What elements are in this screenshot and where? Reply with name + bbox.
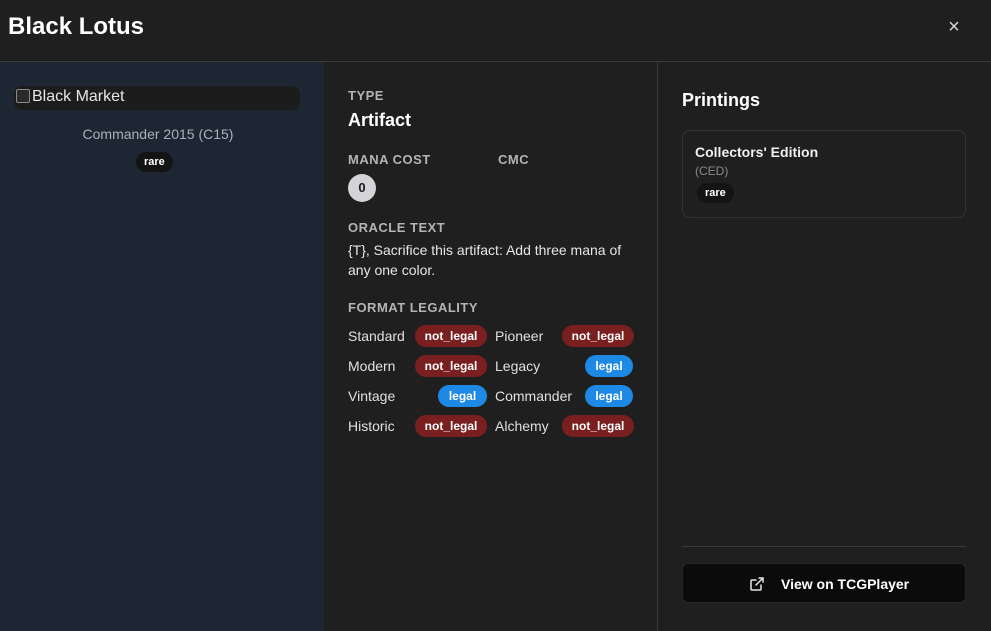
type-label: TYPE — [348, 88, 384, 103]
legality-badge: legal — [438, 385, 487, 407]
format-name: Pioneer — [495, 328, 544, 344]
printings-title: Printings — [682, 90, 761, 110]
printings-panel: Printings Collectors' Edition (CED) rare… — [658, 62, 991, 631]
oracle-text-label: ORACLE TEXT — [348, 220, 446, 235]
format-name: Commander — [495, 388, 573, 404]
view-on-tcgplayer-button[interactable]: View on TCGPlayer — [682, 563, 966, 603]
format-row-standard: Standard not_legal — [348, 325, 488, 347]
legality-badge: not_legal — [415, 355, 487, 377]
format-name: Standard — [348, 328, 405, 344]
format-row-commander: Commander legal — [495, 385, 634, 407]
format-row-alchemy: Alchemy not_legal — [495, 415, 634, 437]
card-details-panel: TYPE Artifact MANA COST CMC 0 ORACLE TEX… — [324, 62, 658, 631]
card-image: Black Market — [14, 86, 300, 110]
format-name: Vintage — [348, 388, 396, 404]
format-name: Alchemy — [495, 418, 549, 434]
card-title: Black Lotus — [8, 13, 145, 40]
format-row-vintage: Vintage legal — [348, 385, 488, 407]
format-row-legacy: Legacy legal — [495, 355, 634, 377]
legality-badge: not_legal — [562, 325, 634, 347]
cmc-label: CMC — [498, 152, 530, 167]
broken-image-icon — [16, 89, 30, 103]
legality-badge: not_legal — [415, 415, 487, 437]
view-on-tcgplayer-label: View on TCGPlayer — [781, 576, 910, 592]
modal-header: Black Lotus × — [0, 0, 991, 62]
card-image-panel: Black Market Commander 2015 (C15) rare — [0, 62, 324, 631]
legality-badge: not_legal — [562, 415, 634, 437]
legality-badge: not_legal — [415, 325, 487, 347]
mana-cost-label: MANA COST — [348, 152, 431, 167]
oracle-text: {T}, Sacrifice this artifact: Add three … — [348, 242, 622, 278]
format-row-modern: Modern not_legal — [348, 355, 488, 377]
printing-set-name: Collectors' Edition — [695, 144, 819, 160]
close-icon[interactable]: × — [948, 16, 960, 38]
format-row-pioneer: Pioneer not_legal — [495, 325, 634, 347]
card-set-name: Commander 2015 (C15) — [82, 126, 234, 142]
format-name: Legacy — [495, 358, 541, 374]
format-name: Modern — [348, 358, 396, 374]
printing-card[interactable]: Collectors' Edition (CED) rare — [682, 130, 966, 218]
mana-symbol: 0 — [348, 174, 376, 202]
format-name: Historic — [348, 418, 395, 434]
printing-set-code: (CED) — [695, 164, 729, 178]
divider — [682, 546, 966, 547]
rarity-badge: rare — [697, 183, 734, 203]
type-value: Artifact — [348, 110, 412, 130]
card-image-alt-text: Black Market — [32, 88, 125, 105]
rarity-badge: rare — [136, 152, 173, 172]
format-row-historic: Historic not_legal — [348, 415, 488, 437]
close-button[interactable]: × — [942, 16, 966, 40]
legality-badge: legal — [585, 385, 633, 407]
external-link-icon — [750, 577, 764, 591]
legality-badge: legal — [585, 355, 633, 377]
format-legality-label: FORMAT LEGALITY — [348, 300, 479, 315]
